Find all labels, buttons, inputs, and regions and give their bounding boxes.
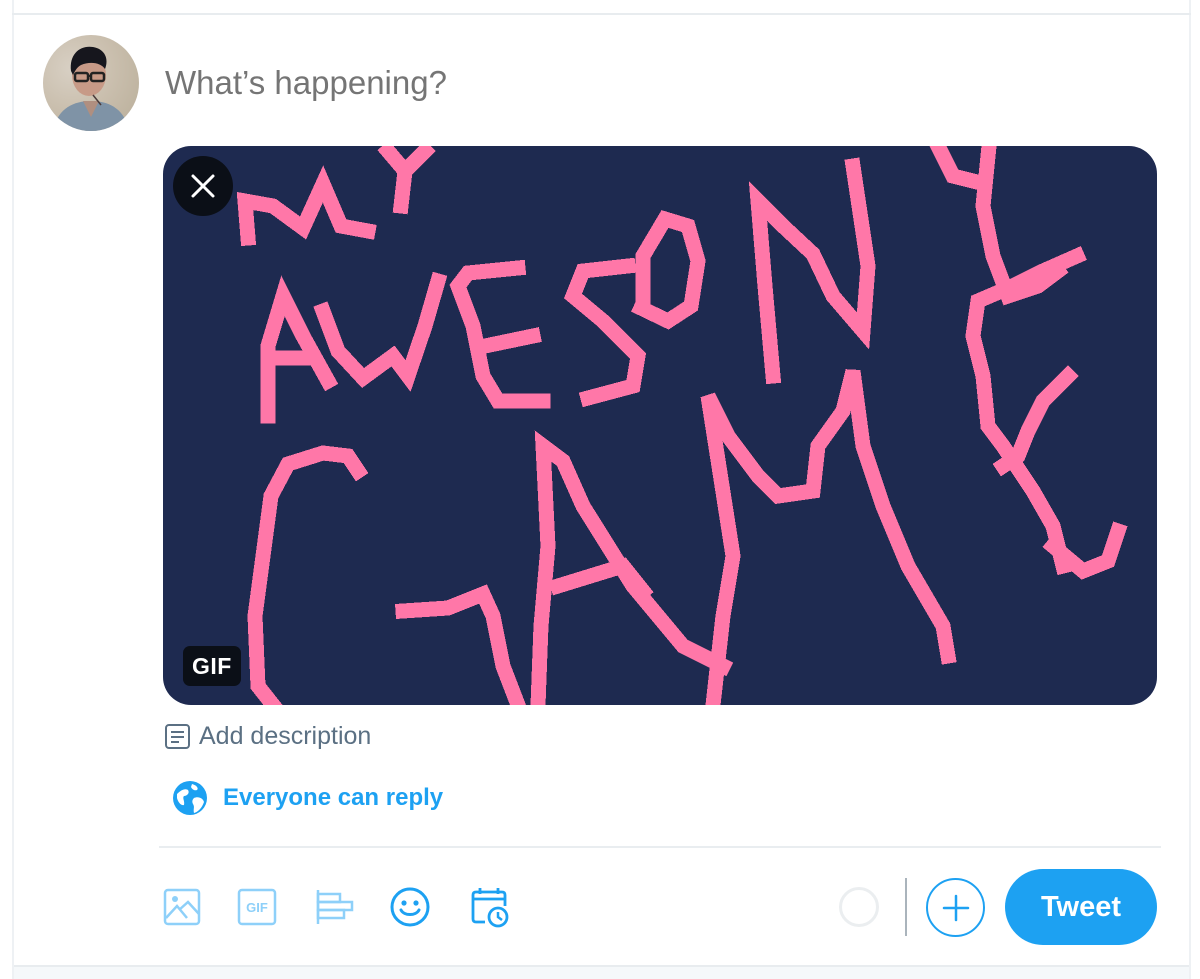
gif-artwork (236, 146, 1128, 705)
tweet-button[interactable]: Tweet (1005, 869, 1157, 945)
art-letter-w (313, 271, 448, 392)
art-letter-e3-arm (992, 365, 1079, 477)
art-letter-g-bar (395, 584, 527, 705)
image-icon (163, 888, 201, 926)
actions-separator (905, 878, 907, 936)
svg-text:GIF: GIF (246, 900, 268, 915)
tweet-compose-input[interactable] (165, 60, 1125, 106)
art-letter-e3 (965, 246, 1087, 576)
art-letter-y-stem (392, 162, 414, 215)
gif-icon: GIF (237, 888, 277, 926)
timeline-border-left (12, 0, 14, 979)
reply-setting-button[interactable]: Everyone can reply (172, 780, 443, 816)
close-icon (191, 174, 215, 198)
avatar[interactable] (43, 35, 139, 131)
composer-divider (159, 846, 1161, 848)
composer-top-divider (12, 13, 1191, 15)
art-letter-s (564, 257, 647, 408)
art-letter-m2 (748, 157, 876, 385)
emoji-icon (390, 887, 430, 927)
gif-badge: GIF (183, 646, 241, 686)
reply-setting-label: Everyone can reply (223, 784, 444, 811)
character-count-ring (839, 887, 879, 927)
add-description-button[interactable]: Add description (164, 720, 371, 752)
add-gif-button[interactable]: GIF (235, 882, 279, 932)
add-thread-button[interactable] (926, 878, 985, 937)
art-letter-g (247, 445, 369, 705)
art-letter-m3 (700, 369, 957, 705)
art-letter-e-bar (476, 327, 542, 355)
schedule-icon (471, 888, 509, 928)
art-letter-o (630, 210, 706, 330)
globe-icon (173, 781, 207, 815)
add-poll-button[interactable] (312, 882, 356, 932)
add-media-button[interactable] (160, 882, 204, 932)
document-icon (165, 723, 190, 749)
poll-icon (316, 890, 354, 924)
art-letter-m1 (236, 165, 377, 247)
add-emoji-button[interactable] (388, 882, 432, 932)
add-description-label: Add description (199, 721, 372, 750)
user-avatar-icon (53, 46, 129, 131)
plus-icon (942, 894, 969, 921)
gif-attachment: GIF (163, 146, 1157, 705)
timeline-separator (14, 965, 1189, 979)
timeline-border-right (1189, 0, 1191, 979)
remove-media-button[interactable] (173, 156, 233, 216)
art-letter-e2-bar (929, 146, 983, 191)
schedule-button[interactable] (468, 882, 512, 932)
